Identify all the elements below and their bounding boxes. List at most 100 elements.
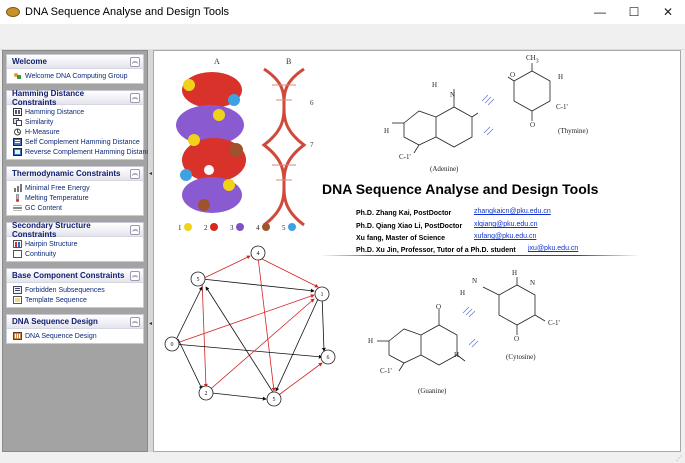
author-email-link[interactable]: xufang@pku.edu.cn: [474, 233, 536, 240]
group-header[interactable]: Secondary Structure Constraints ︽: [7, 221, 143, 239]
sidebar-item-label: Reverse Complement Hamming Distance: [25, 148, 154, 156]
forbidden-icon: [13, 286, 22, 294]
group-hamming: Hamming Distance Constraints ︽ Hamming D…: [6, 88, 154, 160]
group-header[interactable]: Base Component Constraints ︽: [7, 269, 143, 283]
reverse-complement-icon: [13, 148, 22, 156]
dna-helix-illustration: A B 6 7 1 2 3 4 5: [176, 57, 314, 232]
window-title: DNA Sequence Analyse and Design Tools: [25, 6, 230, 18]
graph-node-label: 0: [171, 342, 174, 348]
collapse-chevron-icon[interactable]: ︽: [130, 168, 140, 179]
legend-label-4: 4: [256, 224, 260, 232]
hamming-icon: [13, 108, 22, 116]
author-name: Ph.D. Qiang Xiao Li, PostDoctor: [356, 222, 463, 230]
group-title: DNA Sequence Design: [12, 317, 98, 326]
chem-label-c1: C-1': [556, 103, 568, 111]
graph-node-label: 1: [321, 292, 324, 298]
chem-label-o: O: [514, 335, 520, 343]
minimize-button[interactable]: —: [583, 0, 617, 24]
sidebar-item-dna-sequence-design[interactable]: DNA Sequence Design: [7, 331, 143, 341]
chem-label-n: N: [530, 279, 536, 287]
helix-label-6: 6: [310, 99, 314, 107]
resize-grip-icon[interactable]: ⋰: [676, 455, 682, 462]
chem-label-thymine: (Thymine): [558, 127, 588, 135]
chem-label-h: H: [454, 351, 460, 359]
space-filling-model: [176, 72, 246, 213]
chem-label-c1: C-1': [399, 153, 411, 161]
sidebar-item-forbidden-subsequences[interactable]: Forbidden Subsequences: [7, 285, 143, 295]
legend-label-1: 1: [178, 224, 182, 232]
welcome-content: A B 6 7 1 2 3 4 5 0 1 2 4 5 5 6 CH3 (Ade…: [153, 50, 681, 452]
sidebar-item-hamming-distance[interactable]: Hamming Distance: [7, 107, 143, 117]
collapse-chevron-icon[interactable]: ︽: [130, 56, 140, 67]
sidebar-item-free-energy[interactable]: Minimal Free Energy: [7, 183, 143, 193]
graph-node-label: 2: [205, 391, 208, 397]
legend-label-3: 3: [230, 224, 234, 232]
sidebar-item-reverse-complement[interactable]: Reverse Complement Hamming Distance: [7, 147, 154, 157]
group-title: Welcome: [12, 57, 47, 66]
group-header[interactable]: Thermodynamic Constraints ︽: [7, 167, 143, 181]
author-email-link[interactable]: xlqiang@pku.edu.cn: [474, 221, 538, 228]
sidebar-item-welcome[interactable]: Welcome DNA Computing Group: [7, 71, 143, 81]
collapse-chevron-icon[interactable]: ︽: [130, 224, 140, 235]
sidebar-item-h-measure[interactable]: H-Measure: [7, 127, 143, 137]
sidebar-item-label: Minimal Free Energy: [25, 184, 90, 192]
title-divider: [320, 255, 640, 256]
sidebar-item-hairpin[interactable]: Hairpin Structure: [7, 239, 143, 249]
sidebar-item-label: Welcome DNA Computing Group: [25, 72, 128, 80]
maximize-button[interactable]: ☐: [617, 0, 651, 24]
graph-node-label: 5: [197, 277, 200, 283]
author-email-link[interactable]: zhangkaicn@pku.edu.cn: [474, 208, 551, 215]
graph-nodes: [164, 245, 336, 407]
sidebar-item-continuity[interactable]: Continuity: [7, 249, 143, 259]
group-thermodynamic: Thermodynamic Constraints ︽ Minimal Free…: [6, 166, 144, 216]
continuity-icon: [13, 250, 22, 258]
sidebar-item-gc-content[interactable]: GC Content: [7, 203, 143, 213]
group-dna-design: DNA Sequence Design ︽ DNA Sequence Desig…: [6, 314, 144, 344]
author-email-link[interactable]: jxu@pku.edu.cn: [528, 245, 578, 252]
sidebar-item-label: Self Complement Hamming Distance: [25, 138, 140, 146]
close-button[interactable]: ✕: [651, 0, 685, 24]
chem-label-h: H: [368, 337, 374, 345]
chem-label-c1: C-1': [548, 319, 560, 327]
gc-content-icon: [13, 205, 22, 211]
self-complement-icon: [13, 138, 22, 146]
group-header[interactable]: Welcome ︽: [7, 55, 143, 69]
chem-label-cytosine: (Cytosine): [506, 353, 536, 361]
legend-label-2: 2: [204, 224, 208, 232]
collapse-chevron-icon[interactable]: ︽: [130, 316, 140, 327]
chem-label-h: H: [460, 289, 466, 297]
helix-legend: 1 2 3 4 5: [178, 223, 296, 232]
chem-label-n: N: [472, 277, 478, 285]
sidebar-item-label: Hamming Distance: [25, 108, 85, 116]
toolbar-area: [0, 24, 685, 50]
page-title: DNA Sequence Analyse and Design Tools: [322, 181, 599, 197]
author-name: Ph.D. Zhang Kai, PostDoctor: [356, 209, 452, 217]
group-secondary-structure: Secondary Structure Constraints ︽ Hairpi…: [6, 221, 144, 262]
sidebar-item-label: Similarity: [25, 118, 54, 126]
group-header[interactable]: DNA Sequence Design ︽: [7, 315, 143, 329]
sidebar-item-label: Forbidden Subsequences: [25, 286, 105, 294]
helix-label-b: B: [286, 57, 291, 66]
sidebar-item-label: Template Sequence: [25, 296, 87, 304]
group-title: Hamming Distance Constraints: [12, 88, 85, 107]
sidebar-item-label: Hairpin Structure: [25, 240, 78, 248]
sidebar-item-similarity[interactable]: Similarity: [7, 117, 143, 127]
chem-label-h: H: [558, 73, 564, 81]
group-title: Base Component Constraints: [12, 271, 125, 280]
helix-label-7: 7: [310, 141, 314, 149]
group-header[interactable]: Hamming Distance Constraints ︽: [7, 88, 143, 107]
sidebar-item-melting-temperature[interactable]: Melting Temperature: [7, 193, 143, 203]
helix-label-a: A: [214, 57, 220, 66]
chem-label-o: O: [510, 71, 516, 79]
sidebar-item-label: GC Content: [25, 204, 62, 212]
chem-label-c1: C-1': [380, 367, 392, 375]
sidebar-item-self-complement[interactable]: Self Complement Hamming Distance: [7, 137, 143, 147]
sidebar: Welcome ︽ Welcome DNA Computing Group Ha…: [2, 50, 154, 452]
sidebar-item-label: DNA Sequence Design: [25, 332, 97, 340]
ribbon-model: [261, 67, 307, 227]
chem-label-guanine: (Guanine): [418, 387, 447, 395]
collapse-chevron-icon[interactable]: ︽: [130, 270, 140, 281]
collapse-chevron-icon[interactable]: ︽: [130, 92, 140, 103]
chem-label-adenine: (Adenine): [430, 165, 459, 173]
sidebar-item-template-sequence[interactable]: Template Sequence: [7, 295, 143, 305]
